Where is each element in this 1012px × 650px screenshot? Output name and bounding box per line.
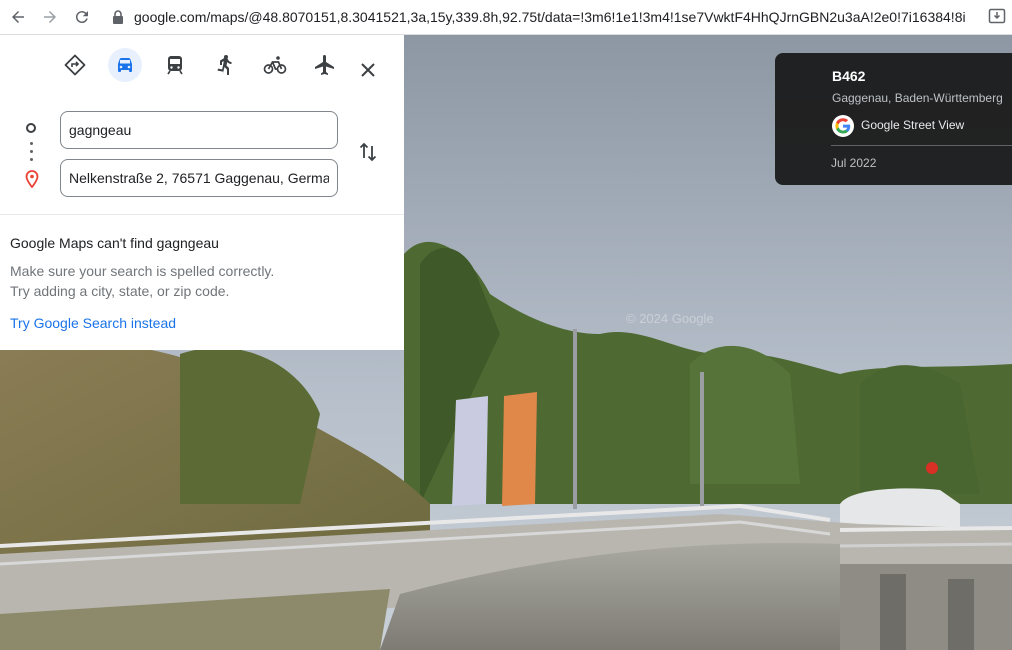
swap-locations-icon[interactable] (356, 140, 380, 164)
airplane-icon (315, 55, 334, 75)
google-search-link[interactable]: Try Google Search instead (10, 315, 176, 331)
reload-button[interactable] (66, 1, 98, 33)
url-text: google.com/maps/@48.8070151,8.3041521,3a… (134, 9, 966, 25)
locality-text: Gaggenau, Baden-Württemberg (832, 91, 1003, 105)
directions-diamond-icon (64, 54, 86, 76)
close-directions-button[interactable] (354, 56, 382, 84)
mode-cycling[interactable] (258, 48, 292, 82)
mode-driving[interactable] (108, 48, 142, 82)
arrow-right-icon (44, 11, 56, 23)
walking-icon (217, 55, 232, 75)
mode-walking[interactable] (208, 48, 242, 82)
google-logo-icon (832, 115, 854, 137)
train-icon (167, 56, 183, 75)
street-view-info-card: B462 Gaggenau, Baden-Württemberg Google … (775, 53, 1012, 185)
travel-mode-bar (58, 48, 358, 82)
origin-input[interactable] (60, 111, 338, 149)
directions-panel: Google Maps can't find gagngeau Make sur… (0, 34, 404, 350)
route-dots-icon (30, 142, 33, 166)
street-view-source: Google Street View (861, 118, 965, 132)
arrow-left-icon (12, 11, 24, 23)
error-hint-spelling: Make sure your search is spelled correct… (10, 263, 275, 279)
reload-icon (75, 11, 88, 24)
browser-toolbar: google.com/maps/@48.8070151,8.3041521,3a… (0, 0, 1012, 35)
origin-circle-icon (26, 123, 36, 133)
car-icon (118, 58, 132, 72)
back-button[interactable] (2, 1, 34, 33)
road-name: B462 (832, 68, 866, 84)
destination-pin-icon (25, 170, 39, 188)
panel-divider (0, 214, 404, 215)
forward-button[interactable] (34, 1, 66, 33)
install-app-icon[interactable] (988, 7, 1006, 25)
error-title: Google Maps can't find gagngeau (10, 235, 219, 251)
capture-date[interactable]: Jul 2022 (831, 156, 876, 170)
address-bar[interactable]: google.com/maps/@48.8070151,8.3041521,3a… (104, 3, 1004, 31)
mode-flights[interactable] (308, 48, 342, 82)
error-hint-location: Try adding a city, state, or zip code. (10, 283, 230, 299)
lock-icon (113, 10, 123, 24)
destination-input[interactable] (60, 159, 338, 197)
bicycle-icon (263, 56, 287, 74)
mode-transit[interactable] (158, 48, 192, 82)
imagery-watermark: © 2024 Google (626, 311, 714, 326)
card-divider (831, 145, 1012, 146)
mode-best-route[interactable] (58, 48, 92, 82)
close-icon (361, 63, 375, 77)
